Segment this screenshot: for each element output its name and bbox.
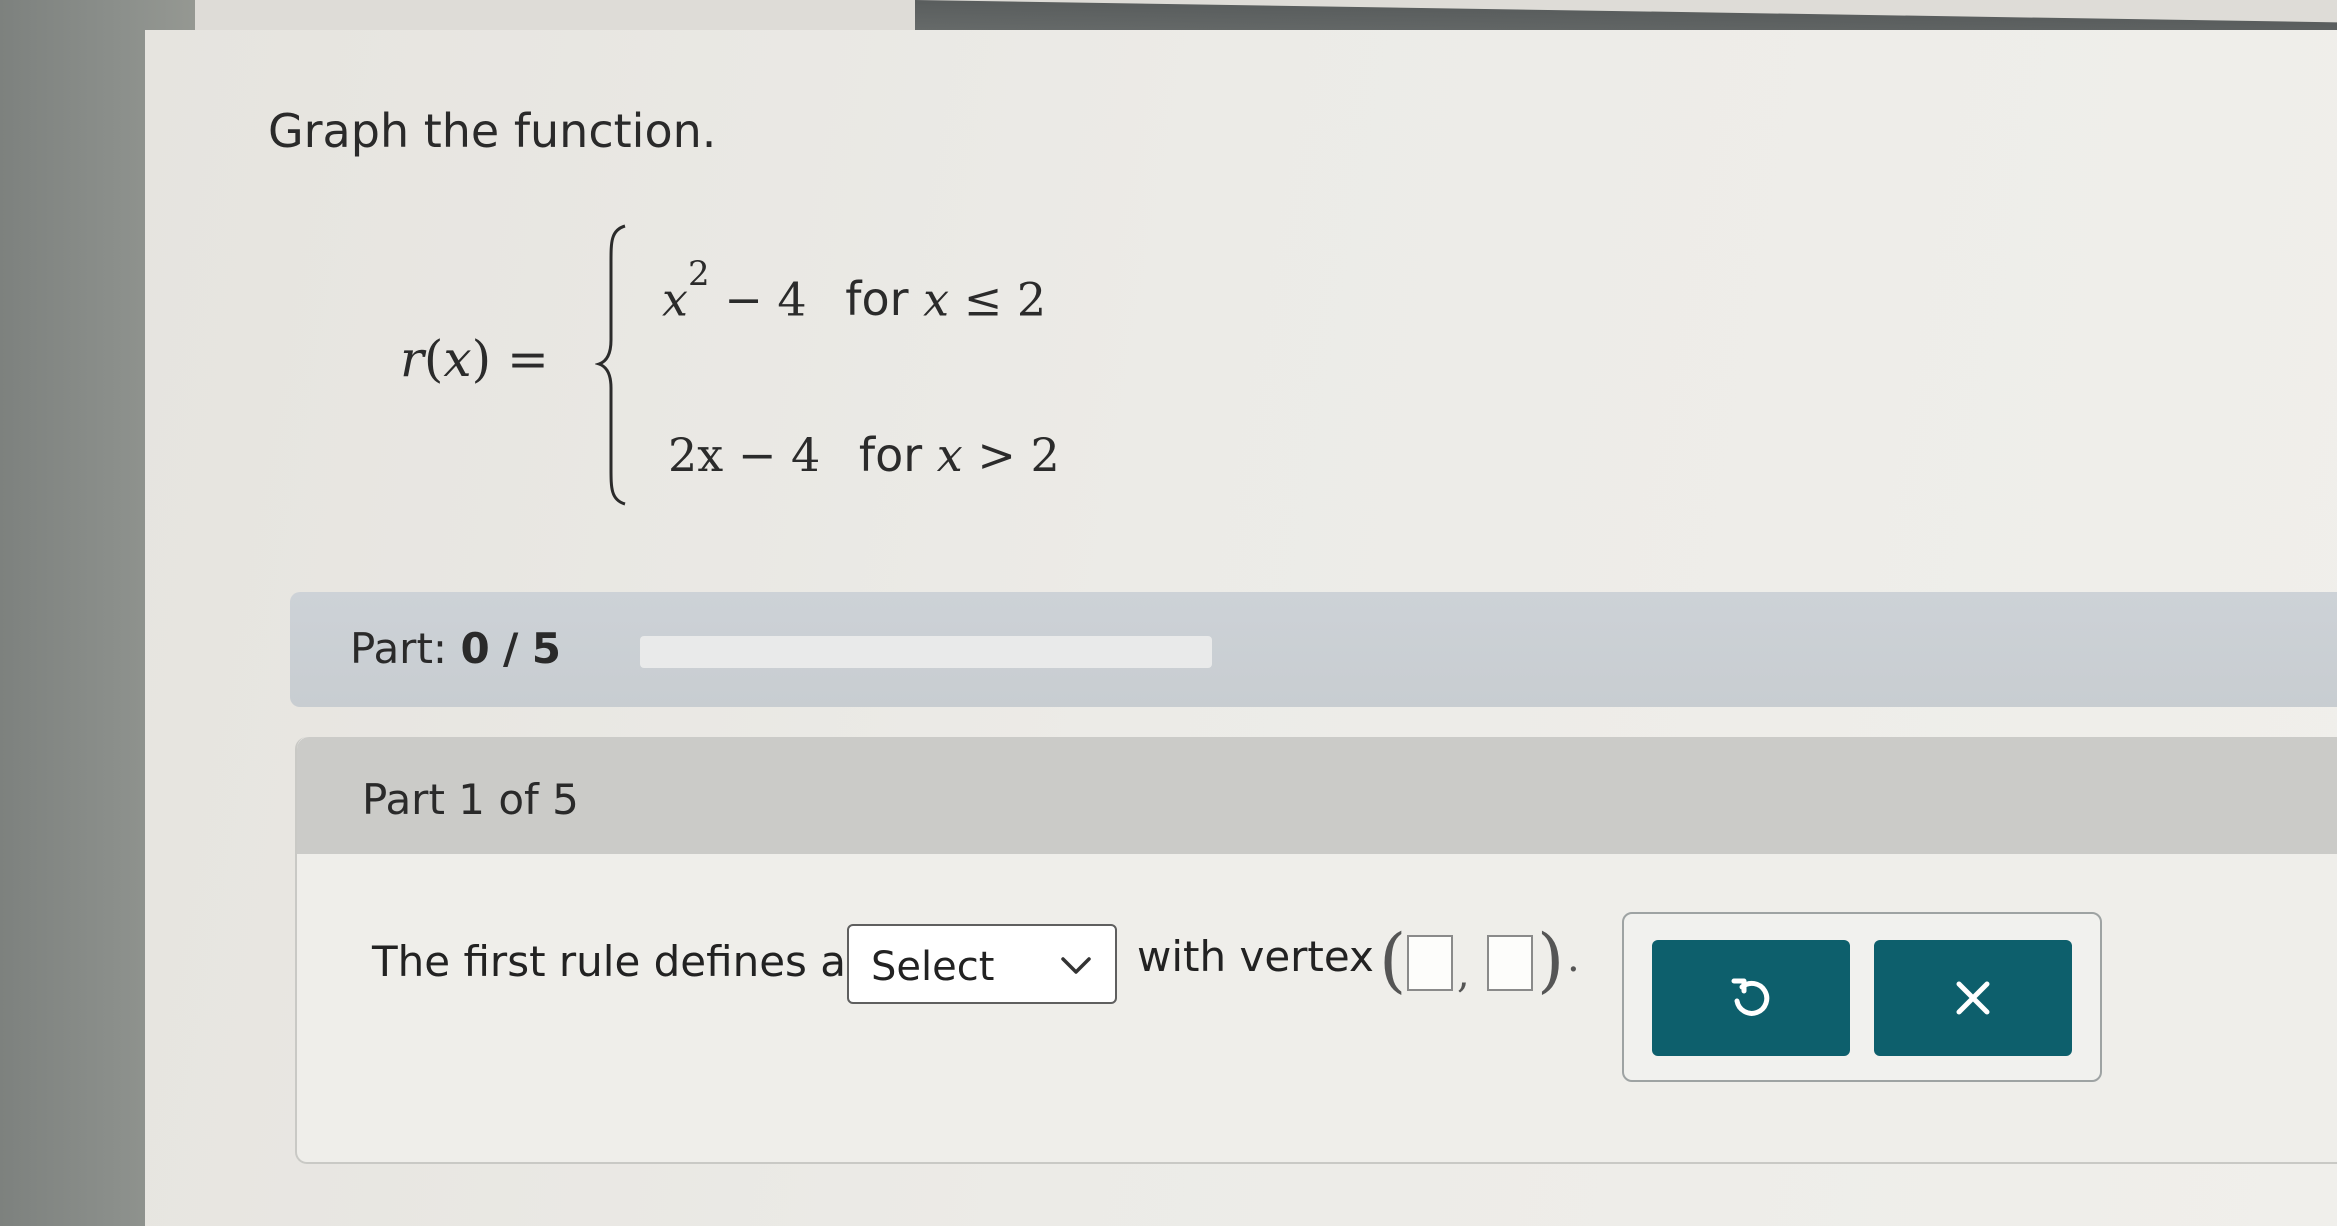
- case-2-cond-val: 2: [1030, 428, 1060, 482]
- close-paren: ): [471, 330, 492, 388]
- progress-panel: Part: 0 / 5: [290, 592, 2337, 707]
- function-variable: x: [443, 330, 472, 388]
- problem-instruction: Graph the function.: [268, 104, 717, 158]
- progress-bar: [640, 636, 1212, 668]
- vertex-input: ( , ) .: [1379, 917, 1609, 1007]
- undo-button[interactable]: [1652, 940, 1850, 1056]
- equation-lhs: r(x) =: [400, 330, 549, 388]
- case-1-for: for: [845, 272, 909, 327]
- equals-sign: =: [507, 330, 549, 388]
- case-2-rest: − 4: [723, 428, 821, 482]
- progress-prefix: Part:: [350, 624, 448, 673]
- case-2-base: 2x: [668, 428, 724, 482]
- vertex-close-paren: ): [1537, 919, 1565, 1001]
- close-icon: [1956, 981, 1990, 1015]
- case-2-cond-op: >: [962, 428, 1031, 482]
- vertex-comma: ,: [1457, 951, 1470, 997]
- progress-total: 5: [531, 624, 561, 673]
- vertex-y-input[interactable]: [1487, 935, 1533, 991]
- chevron-down-icon: [1061, 957, 1091, 974]
- case-1-base: x: [662, 272, 688, 327]
- vertex-x-input[interactable]: [1407, 935, 1453, 991]
- shape-select[interactable]: Select: [847, 924, 1117, 1004]
- case-1-cond-val: 2: [1016, 272, 1047, 327]
- action-panel: [1622, 912, 2102, 1082]
- clear-button[interactable]: [1874, 940, 2072, 1056]
- left-brace: [595, 224, 626, 506]
- prompt-before: The first rule defines a: [372, 937, 847, 986]
- case-1-cond-var: x: [923, 272, 950, 327]
- case-1-cond-op: ≤: [949, 272, 1017, 327]
- vertex-open-paren: (: [1379, 919, 1407, 1001]
- case-1: x2 − 4 for x ≤ 2: [662, 254, 1047, 327]
- progress-current: 0: [460, 624, 490, 673]
- select-value: Select: [871, 944, 995, 990]
- case-1-exponent: 2: [687, 254, 710, 294]
- part-card: Part 1 of 5 The first rule defines a Sel…: [295, 737, 2337, 1164]
- case-2-for: for: [858, 428, 923, 482]
- vertex-period: .: [1567, 935, 1580, 981]
- case-2-cond-var: x: [936, 428, 963, 482]
- progress-label: Part: 0 / 5: [350, 624, 561, 673]
- case-1-rest: − 4: [709, 272, 807, 327]
- progress-separator: /: [503, 624, 519, 673]
- open-paren: (: [423, 330, 444, 388]
- part-title: Part 1 of 5: [362, 775, 579, 824]
- piecewise-equation: r(x) = x2 − 4 for x ≤ 2 2x − 4 for x > 2: [400, 210, 1100, 510]
- function-name: r: [400, 330, 424, 388]
- case-2: 2x − 4 for x > 2: [668, 428, 1060, 482]
- part-header: Part 1 of 5: [297, 737, 2337, 854]
- prompt-after: with vertex: [1137, 932, 1374, 981]
- undo-icon: [1731, 978, 1770, 1016]
